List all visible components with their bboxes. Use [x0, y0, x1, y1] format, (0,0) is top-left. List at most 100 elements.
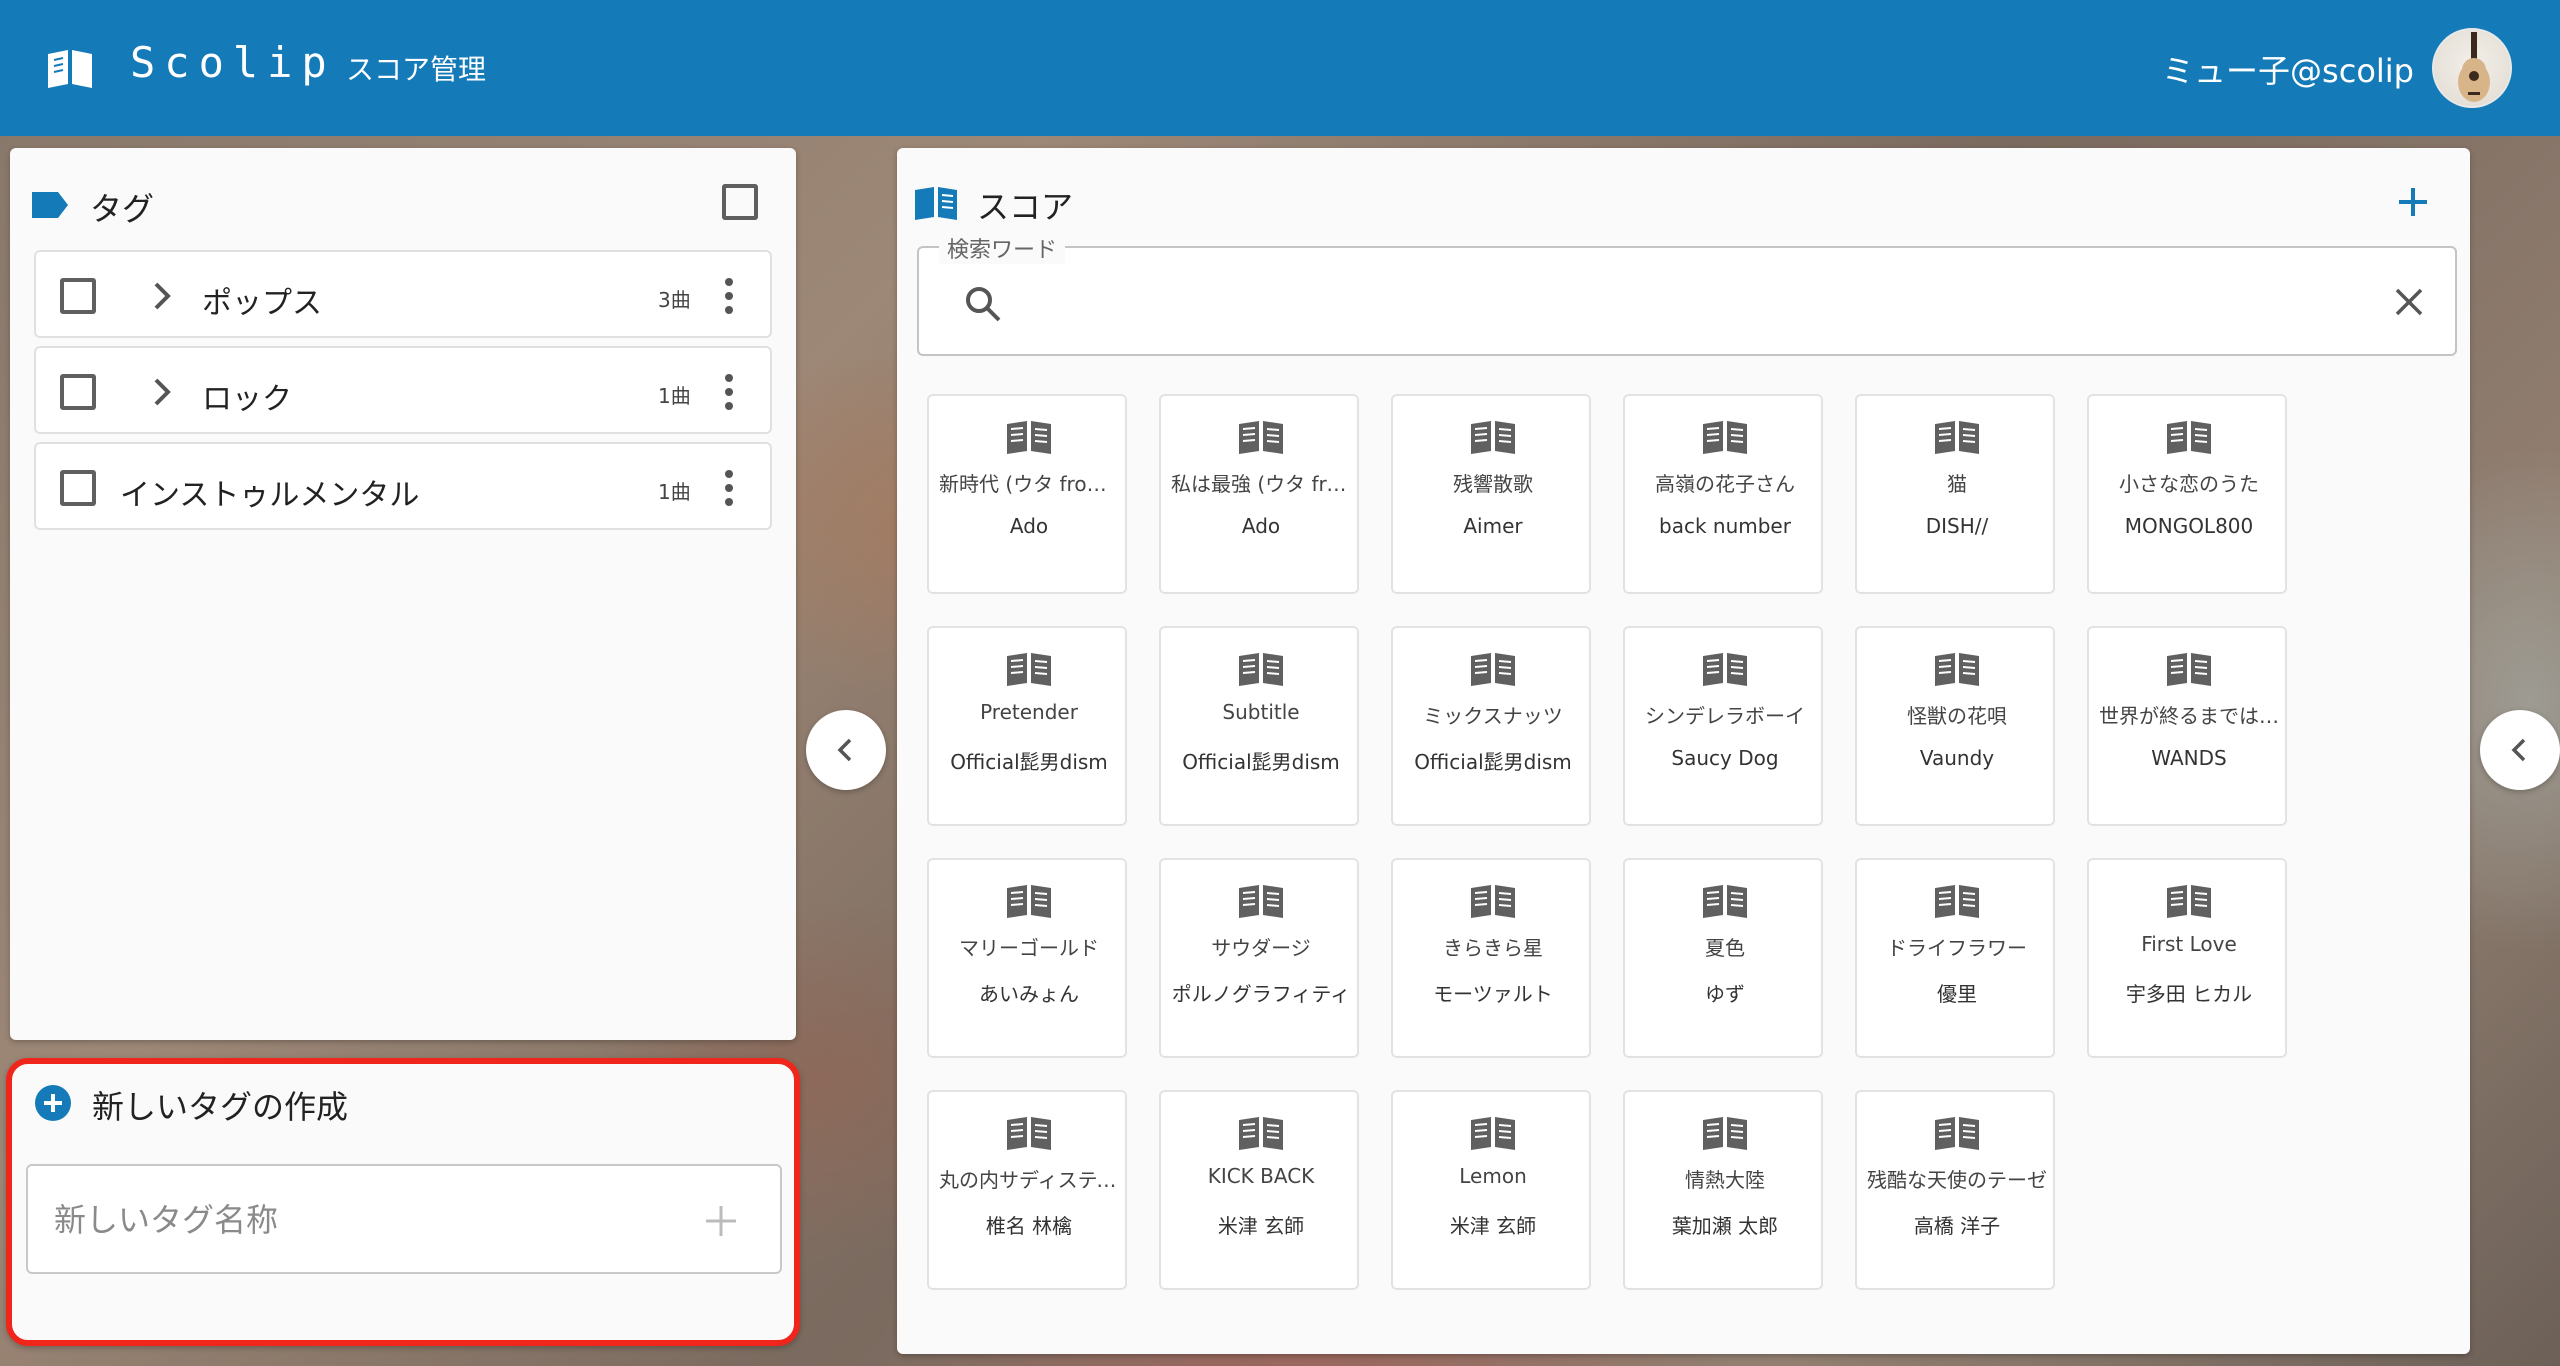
new-tag-input[interactable] [54, 1196, 654, 1244]
tag-row-rock[interactable]: ロック 1曲 [34, 346, 772, 434]
add-tag-icon[interactable] [704, 1204, 738, 1238]
chevron-right-icon[interactable] [148, 376, 176, 408]
user-name[interactable]: ミュー子@scolip [2162, 46, 2414, 92]
score-title: スコア [977, 188, 1074, 226]
score-card[interactable]: 夏色 ゆず [1623, 858, 1823, 1058]
score-card[interactable]: 世界が終るまでは… WANDS [2087, 626, 2287, 826]
tag-label-icon [32, 192, 68, 218]
tag-checkbox[interactable] [60, 374, 96, 410]
new-tag-field[interactable] [26, 1164, 782, 1274]
more-vert-icon[interactable] [722, 276, 736, 316]
chevron-right-icon[interactable] [148, 280, 176, 312]
score-song-title: Lemon [1459, 1164, 1527, 1188]
score-artist: モーツァルト [1433, 982, 1553, 1006]
select-all-tags-checkbox[interactable] [722, 184, 758, 220]
score-card[interactable]: 小さな恋のうた MONGOL800 [2087, 394, 2287, 594]
app-title[interactable]: Scolip [130, 38, 336, 87]
score-song-title: マリーゴールド [959, 936, 1099, 960]
score-book-icon [1239, 1117, 1283, 1150]
score-book-icon [1007, 421, 1051, 454]
score-book-icon [1703, 421, 1747, 454]
score-card[interactable]: 残酷な天使のテーゼ 高橋 洋子 [1855, 1090, 2055, 1290]
avatar[interactable] [2432, 28, 2512, 108]
score-artist: 高橋 洋子 [1913, 1214, 2001, 1238]
tag-checkbox[interactable] [60, 470, 96, 506]
score-card[interactable]: ミックスナッツ Official髭男dism [1391, 626, 1591, 826]
score-song-title: 猫 [1947, 472, 1967, 496]
tag-row-instrumental[interactable]: インストゥルメンタル 1曲 [34, 442, 772, 530]
score-song-title: 残酷な天使のテーゼ [1867, 1168, 2047, 1192]
score-card[interactable]: 怪獣の花唄 Vaundy [1855, 626, 2055, 826]
search-icon [966, 287, 1001, 322]
score-artist: 米津 玄師 [1449, 1214, 1537, 1238]
search-input[interactable] [1023, 278, 2323, 328]
score-artist: Official髭男dism [1414, 750, 1572, 774]
search-field[interactable]: 検索ワード [917, 232, 2457, 356]
score-panel: スコア 検索ワード 新時代 (ウタ from ONE PIECE FILM RE… [897, 148, 2470, 1354]
add-circle-icon [35, 1085, 71, 1121]
guitar-icon [2458, 32, 2490, 102]
score-card[interactable]: Lemon 米津 玄師 [1391, 1090, 1591, 1290]
more-vert-icon[interactable] [722, 468, 736, 508]
score-book-icon [1935, 885, 1979, 918]
score-artist: あいみょん [979, 982, 1079, 1006]
score-card[interactable]: 情熱大陸葉加瀬 太郎 [1623, 1090, 1823, 1290]
collapse-tags-button[interactable] [806, 710, 886, 790]
new-tag-title: 新しいタグの作成 [92, 1088, 349, 1126]
close-icon[interactable] [2393, 286, 2425, 318]
new-tag-panel: 新しいタグの作成 [6, 1058, 800, 1346]
score-book-icon [1703, 885, 1747, 918]
score-card[interactable]: 丸の内サディスティック椎名 林檎 [927, 1090, 1127, 1290]
score-book-icon [1703, 653, 1747, 686]
score-card[interactable]: 新時代 (ウタ from ONE PIECE FILM RED) Ado [927, 394, 1127, 594]
score-book-icon [1239, 885, 1283, 918]
score-card[interactable]: 残響散歌 Aimer [1391, 394, 1591, 594]
score-artist: 優里 [1937, 982, 1977, 1006]
chevron-left-icon [837, 738, 852, 762]
score-card[interactable]: サウダージ ポルノグラフィティ [1159, 858, 1359, 1058]
score-book-icon [1935, 1117, 1979, 1150]
score-card[interactable]: きらきら星モーツァルト [1391, 858, 1591, 1058]
score-song-title: ミックスナッツ [1423, 704, 1563, 728]
nav-score-management[interactable]: スコア管理 [346, 48, 486, 88]
score-book-icon [1007, 885, 1051, 918]
score-card[interactable]: マリーゴールド あいみょん [927, 858, 1127, 1058]
score-book-icon [1471, 885, 1515, 918]
score-book-icon [2167, 653, 2211, 686]
score-book-icon [1239, 653, 1283, 686]
score-card[interactable]: シンデレラボーイ Saucy Dog [1623, 626, 1823, 826]
score-song-title: きらきら星 [1443, 936, 1543, 960]
score-book-icon [1703, 1117, 1747, 1150]
score-song-title: 怪獣の花唄 [1907, 704, 2007, 728]
score-song-title: Subtitle [1222, 700, 1300, 724]
score-artist: ゆず [1705, 982, 1745, 1006]
score-artist: Ado [1241, 514, 1281, 538]
tag-count: 3曲 [658, 288, 691, 312]
score-book-icon [2167, 421, 2211, 454]
score-card[interactable]: Subtitle Official髭男dism [1159, 626, 1359, 826]
chevron-left-icon [2511, 738, 2526, 762]
score-book-icon [1007, 1117, 1051, 1150]
score-card[interactable]: 猫 DISH// [1855, 394, 2055, 594]
score-song-title: 情熱大陸 [1685, 1168, 1765, 1192]
score-artist: 宇多田 ヒカル [2125, 982, 2253, 1006]
score-song-title: ドライフラワー [1887, 936, 2027, 960]
score-artist: 葉加瀬 太郎 [1671, 1214, 1779, 1238]
score-artist: back number [1659, 514, 1791, 538]
score-card[interactable]: ドライフラワー 優里 [1855, 858, 2055, 1058]
score-song-title: 新時代 (ウタ from ONE PIECE FILM RED) [939, 472, 1119, 496]
score-book-icon [1007, 653, 1051, 686]
add-score-icon[interactable] [2397, 186, 2429, 218]
score-card[interactable]: KICK BACK 米津 玄師 [1159, 1090, 1359, 1290]
collapse-right-panel-button[interactable] [2480, 710, 2560, 790]
search-label: 検索ワード [939, 232, 1066, 264]
score-card[interactable]: 高嶺の花子さん back number [1623, 394, 1823, 594]
tag-checkbox[interactable] [60, 278, 96, 314]
score-book-icon [1471, 421, 1515, 454]
score-card[interactable]: Pretender Official髭男dism [927, 626, 1127, 826]
score-card[interactable]: 私は最強 (ウタ from ONE PIECE FILM RED) Ado [1159, 394, 1359, 594]
more-vert-icon[interactable] [722, 372, 736, 412]
tag-row-pops[interactable]: ポップス 3曲 [34, 250, 772, 338]
score-song-title: 世界が終るまでは… [2099, 704, 2279, 728]
score-card[interactable]: First Love 宇多田 ヒカル [2087, 858, 2287, 1058]
